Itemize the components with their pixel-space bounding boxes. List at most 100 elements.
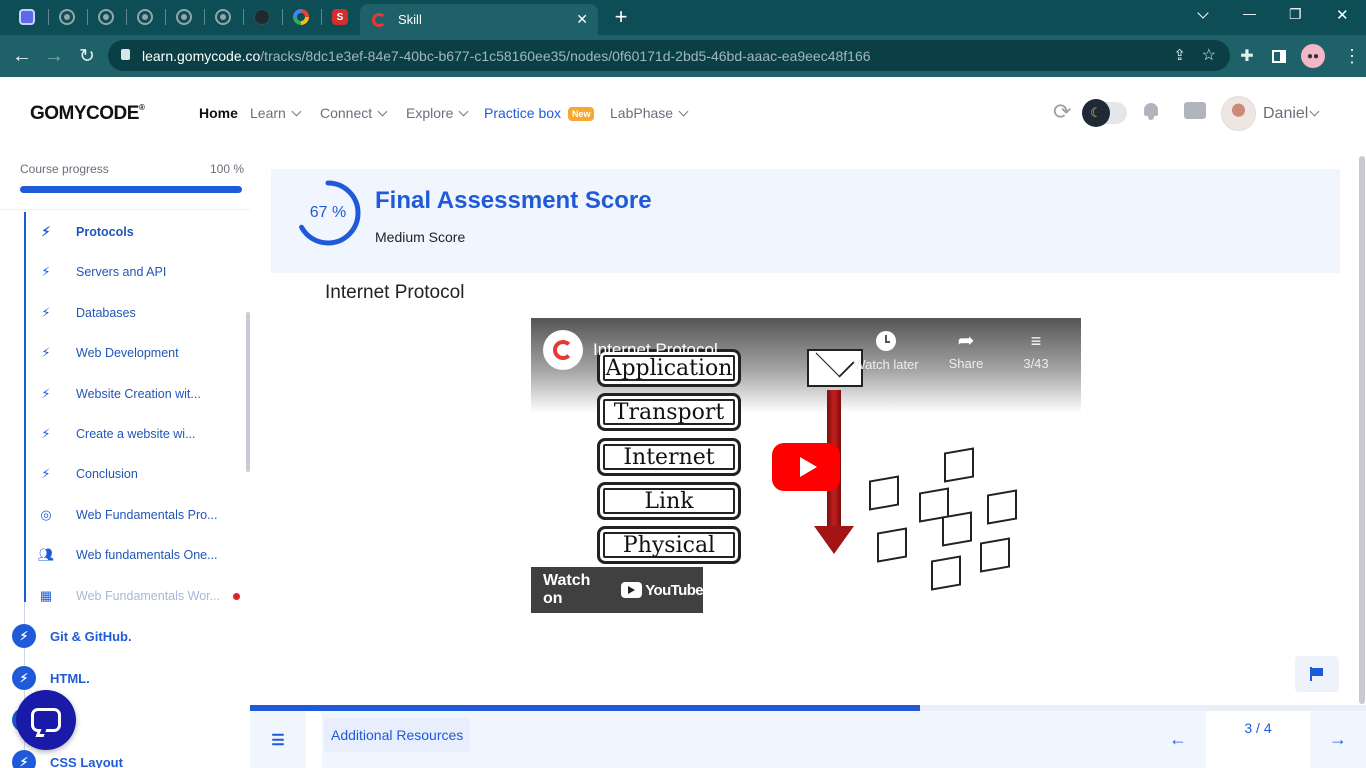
sidebar-item-web-development[interactable]: ⚡︎ Web Development bbox=[36, 343, 178, 363]
playlist-button[interactable]: ≡ 3/43 bbox=[1011, 330, 1061, 371]
sidebar-item-databases[interactable]: ⚡︎ Databases bbox=[36, 303, 135, 323]
sidebar-item-conclusion[interactable]: ⚡︎ Conclusion bbox=[36, 464, 137, 484]
sidebar-item-website-creation[interactable]: ⚡︎ Website Creation wit... bbox=[36, 384, 200, 404]
minimize-button[interactable]: — bbox=[1243, 6, 1256, 21]
close-tab-icon[interactable]: ✕ bbox=[576, 11, 588, 28]
tab-favicon-globe-4[interactable] bbox=[169, 6, 199, 28]
tab-favicon-app[interactable] bbox=[12, 6, 42, 28]
new-tab-button[interactable]: + bbox=[611, 3, 631, 31]
url-domain: learn.gomycode.co bbox=[142, 47, 261, 64]
new-badge: New bbox=[567, 107, 595, 122]
sidebar-track-line bbox=[24, 212, 26, 602]
back-arrow-icon[interactable]: ← bbox=[9, 43, 35, 69]
chat-support-button[interactable] bbox=[16, 690, 76, 750]
browser-menu-icon[interactable]: ⋮ bbox=[1339, 43, 1365, 69]
outline-toggle-button[interactable]: ☰ bbox=[250, 711, 306, 768]
people-icon: 👥︎ bbox=[37, 547, 55, 562]
page-scrollbar[interactable] bbox=[1359, 156, 1365, 704]
sidebar-section-git-github[interactable]: ⚡︎ Git & GitHub. bbox=[12, 623, 132, 649]
active-tab[interactable]: Skill ✕ bbox=[360, 4, 598, 35]
tab-favicon-google[interactable] bbox=[286, 6, 316, 28]
chat-bubble-icon bbox=[31, 708, 61, 737]
video-title[interactable]: Internet Protocol bbox=[593, 340, 718, 360]
chevron-down-icon bbox=[459, 106, 469, 117]
next-page-button[interactable]: → bbox=[1310, 711, 1366, 768]
address-bar[interactable]: learn.gomycode.co/tracks/8dc1e3ef-84e7-4… bbox=[108, 40, 1230, 71]
flag-icon bbox=[1310, 667, 1324, 681]
tab-favicon-red[interactable]: S bbox=[325, 6, 355, 28]
sidebar-section-css-layout[interactable]: ⚡︎ CSS Layout bbox=[12, 749, 123, 768]
side-panel-icon[interactable] bbox=[1266, 43, 1292, 69]
unread-dot bbox=[233, 593, 240, 600]
sidebar-item-protocols[interactable]: ⚡︎ Protocols bbox=[36, 222, 133, 242]
sidebar-section-html[interactable]: ⚡︎ HTML. bbox=[12, 665, 90, 691]
nav-explore[interactable]: Explore bbox=[406, 105, 469, 121]
layer-transport: Transport bbox=[597, 393, 741, 431]
prev-page-button[interactable]: ← bbox=[1150, 711, 1206, 768]
nav-home[interactable]: Home bbox=[199, 105, 238, 121]
sidebar-item-web-fundamentals-project[interactable]: ◎ Web Fundamentals Pro... bbox=[36, 505, 217, 525]
bolt-icon: ⚡︎ bbox=[41, 345, 51, 360]
forward-arrow-icon[interactable]: → bbox=[41, 43, 67, 69]
gomycode-logo[interactable]: GOMYCODE® bbox=[30, 103, 145, 125]
arrow-left-icon: ← bbox=[1169, 729, 1187, 749]
restore-button[interactable]: ❐ bbox=[1289, 6, 1302, 23]
reload-icon[interactable]: ↻ bbox=[74, 43, 100, 69]
user-avatar[interactable] bbox=[1221, 96, 1256, 131]
tab-search-chevron-icon[interactable] bbox=[1197, 7, 1209, 19]
user-menu[interactable]: Daniel bbox=[1263, 105, 1320, 123]
target-icon: ◎ bbox=[40, 507, 52, 522]
sidebar-item-create-a-website[interactable]: ⚡︎ Create a website wi... bbox=[36, 424, 195, 444]
course-sidebar: Course progress 100 % ⚡︎ Protocols ⚡︎ Serv… bbox=[0, 150, 250, 768]
active-tab-title: Skill bbox=[398, 12, 422, 27]
packet-cube bbox=[931, 555, 961, 591]
tab-favicon-globe-3[interactable] bbox=[130, 6, 160, 28]
share-page-icon[interactable]: ⇪ bbox=[1173, 46, 1186, 64]
arrow-right-icon: → bbox=[1329, 729, 1347, 749]
packet-cube bbox=[980, 537, 1010, 573]
refresh-icon[interactable]: ⟳ bbox=[1053, 99, 1071, 125]
watch-on-youtube-button[interactable]: Watch on YouTube bbox=[531, 567, 704, 613]
messages-icon[interactable] bbox=[1184, 102, 1206, 119]
chevron-down-icon bbox=[291, 106, 302, 117]
tab-favicon-globe-2[interactable] bbox=[91, 6, 121, 28]
course-progress-bar bbox=[20, 186, 242, 193]
additional-resources-button[interactable]: Additional Resources bbox=[324, 718, 471, 752]
packet-cube bbox=[877, 527, 907, 563]
lock-icon bbox=[121, 49, 130, 60]
youtube-video-embed[interactable]: Application Transport Internet Link Phys… bbox=[531, 318, 1081, 613]
workshop-icon: ▦ bbox=[39, 588, 53, 603]
report-flag-button[interactable] bbox=[1295, 656, 1339, 692]
tab-favicon-dark[interactable] bbox=[247, 6, 277, 28]
sidebar-item-web-fundamentals-one[interactable]: 👥︎ Web fundamentals One... bbox=[36, 545, 218, 565]
watch-later-button[interactable]: Watch later bbox=[849, 331, 923, 372]
playlist-icon: ≡ bbox=[1030, 331, 1042, 351]
tab-favicon-globe-5[interactable] bbox=[208, 6, 238, 28]
notification-bell-icon[interactable] bbox=[1142, 101, 1160, 121]
bookmark-star-icon[interactable]: ☆ bbox=[1202, 45, 1216, 65]
browser-profile-avatar[interactable]: ●● bbox=[1301, 44, 1325, 68]
sidebar-item-web-fundamentals-workshop[interactable]: ▦ Web Fundamentals Wor... bbox=[36, 586, 220, 606]
nav-learn[interactable]: Learn bbox=[250, 105, 302, 121]
nav-connect[interactable]: Connect bbox=[320, 105, 388, 121]
tab-favicon-globe-1[interactable] bbox=[52, 6, 82, 28]
extensions-puzzle-icon[interactable]: ✚ bbox=[1234, 43, 1260, 69]
bolt-icon: ⚡︎ bbox=[41, 386, 51, 401]
user-name: Daniel bbox=[1263, 105, 1309, 122]
dark-mode-toggle[interactable]: ☾ bbox=[1082, 99, 1127, 127]
lesson-bottom-bar: ☰ Additional Resources ← 3 / 4 → bbox=[250, 711, 1366, 768]
sidebar-item-servers-and-api[interactable]: ⚡︎ Servers and API bbox=[36, 262, 166, 282]
nav-labphase[interactable]: LabPhase bbox=[610, 105, 689, 121]
share-button[interactable]: ➦ Share bbox=[941, 330, 991, 371]
bolt-icon: ⚡︎ bbox=[41, 426, 51, 441]
url-path: /tracks/8dc1e3ef-84e7-40bc-b677-c1c58160… bbox=[260, 47, 871, 64]
moon-icon: ☾ bbox=[1082, 99, 1110, 127]
close-window-button[interactable]: ✕ bbox=[1336, 6, 1349, 24]
youtube-play-button[interactable] bbox=[772, 443, 840, 491]
channel-logo[interactable] bbox=[543, 330, 583, 370]
bolt-icon: ⚡︎ bbox=[41, 264, 51, 279]
nav-practice-box[interactable]: Practice box New bbox=[484, 105, 595, 122]
packet-cube bbox=[869, 475, 899, 511]
layer-internet: Internet bbox=[597, 438, 741, 476]
bolt-icon: ⚡︎ bbox=[12, 624, 36, 648]
